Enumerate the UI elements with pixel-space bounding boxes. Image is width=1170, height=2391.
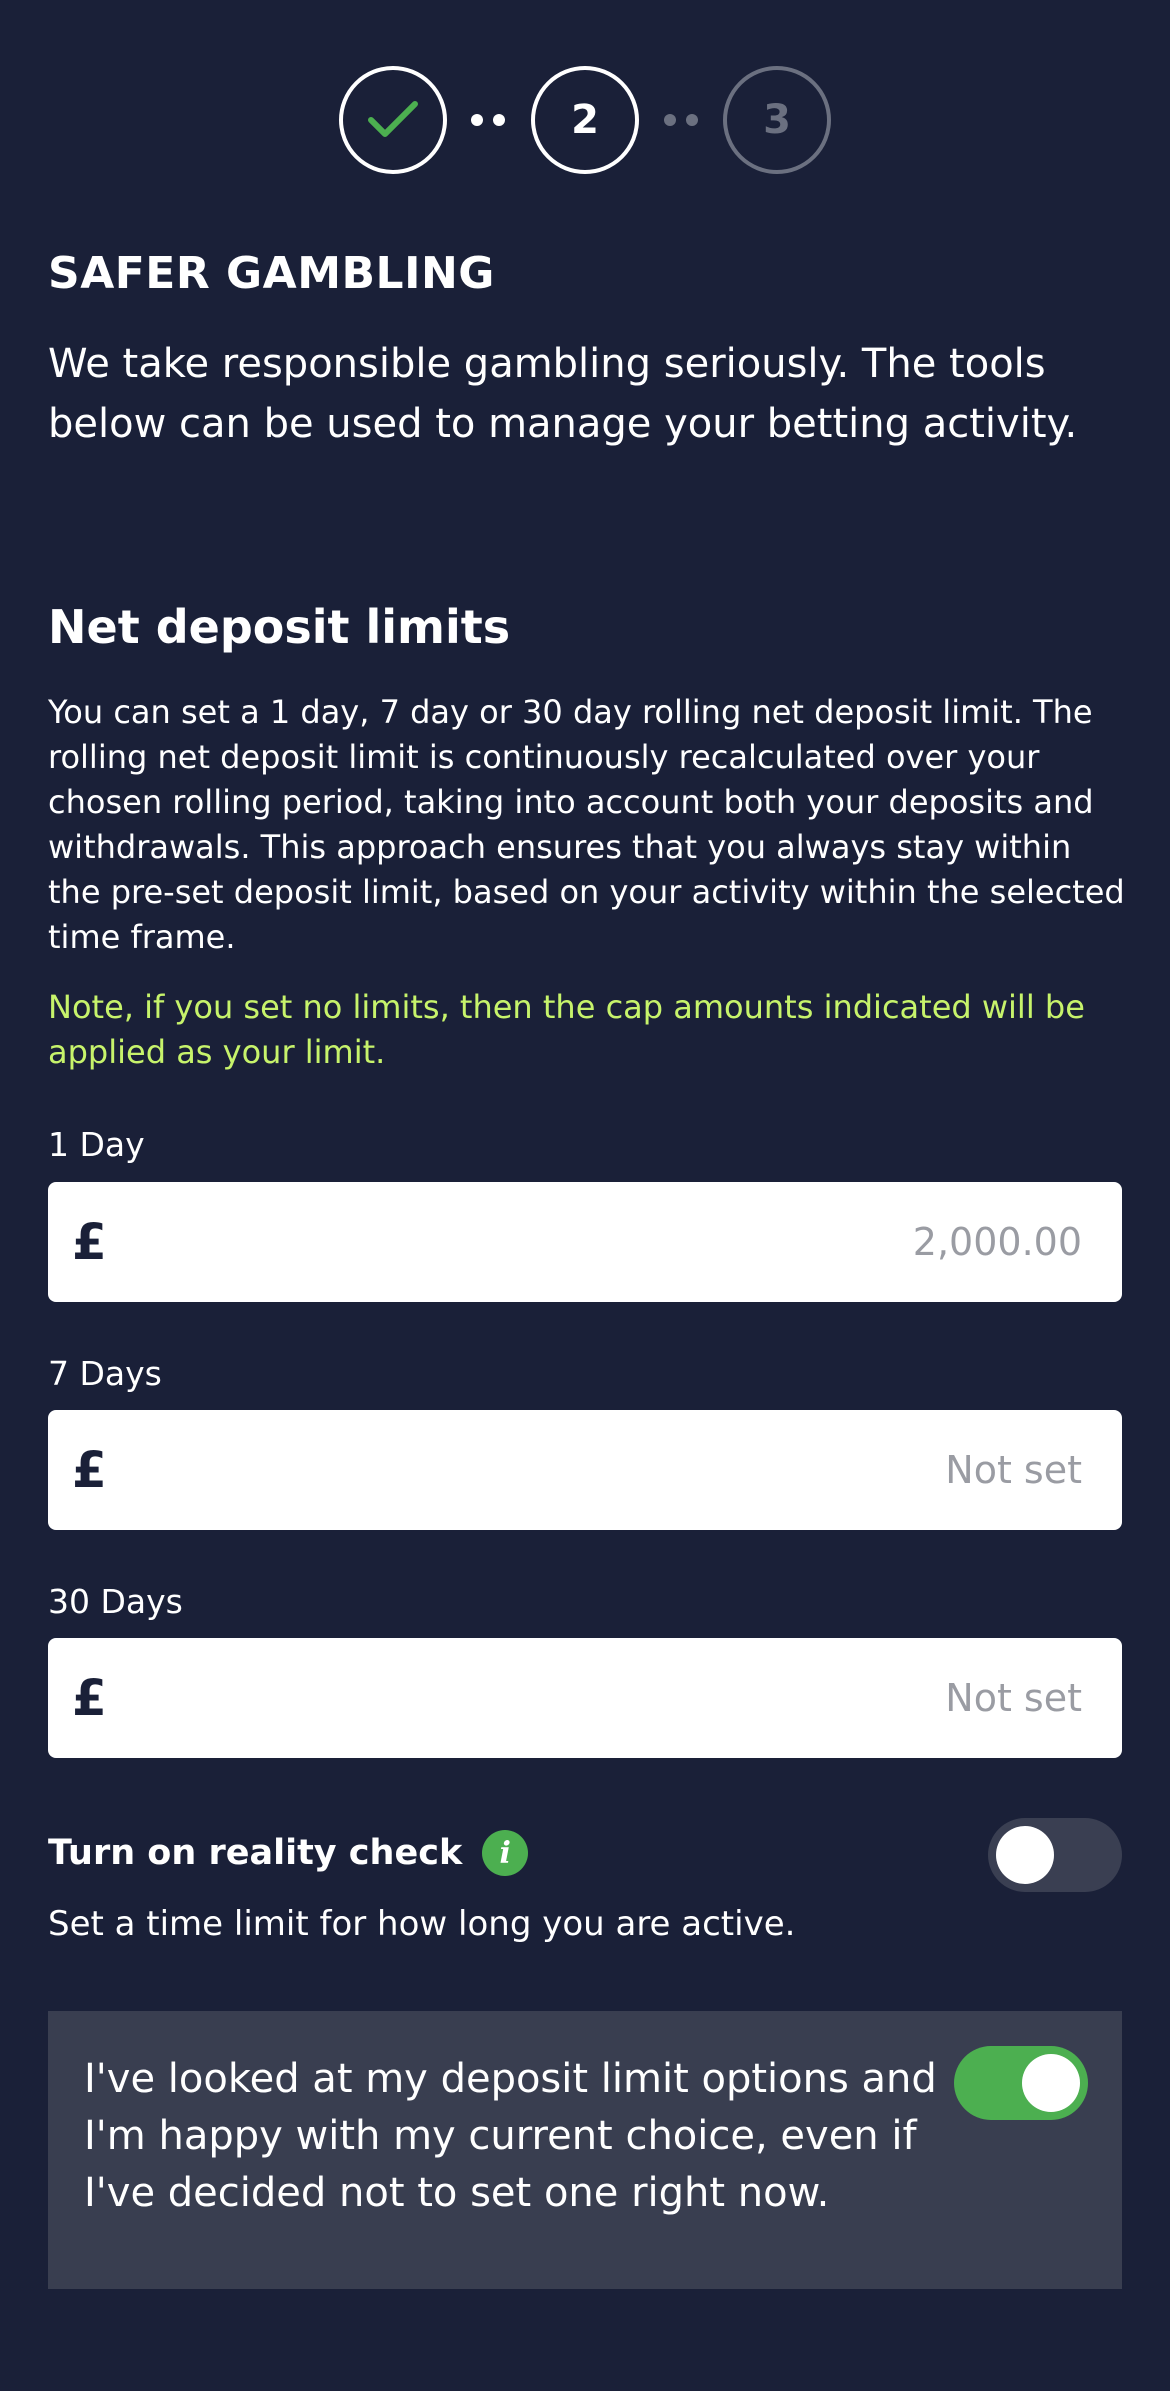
info-icon[interactable]: i	[482, 1830, 529, 1876]
pound-icon: £	[72, 1441, 107, 1499]
toggle-knob	[996, 1826, 1054, 1884]
step-1-complete	[339, 66, 447, 174]
reality-check-label: Turn on reality check	[48, 1833, 463, 1873]
checkmark-icon	[368, 101, 418, 137]
page-title: SAFER GAMBLING	[48, 248, 495, 299]
deposit-confirmation-toggle[interactable]	[954, 2046, 1088, 2120]
label-7-days: 7 Days	[48, 1354, 162, 1393]
pound-icon: £	[72, 1213, 107, 1271]
step-connector	[664, 114, 698, 126]
limit-field-7-days[interactable]: £	[48, 1410, 1122, 1530]
step-connector	[471, 114, 505, 126]
step-3-upcoming: 3	[723, 66, 831, 174]
limit-field-30-days[interactable]: £	[48, 1638, 1122, 1758]
step-3-label: 3	[763, 97, 791, 143]
reality-check-toggle[interactable]	[988, 1818, 1122, 1892]
deposit-confirmation-panel: I've looked at my deposit limit options …	[48, 2011, 1122, 2289]
deposit-confirmation-text: I've looked at my deposit limit options …	[84, 2056, 937, 2216]
deposit-limits-description: You can set a 1 day, 7 day or 30 day rol…	[48, 693, 1125, 956]
label-1-day: 1 Day	[48, 1125, 145, 1164]
intro-text: We take responsible gambling seriously. …	[48, 341, 1078, 447]
pound-icon: £	[72, 1669, 107, 1727]
step-2-label: 2	[571, 97, 599, 143]
progress-stepper: 2 3	[0, 66, 1170, 174]
limit-field-1-day[interactable]: £	[48, 1182, 1122, 1302]
limit-input-7-days[interactable]	[158, 1410, 1082, 1530]
deposit-limits-title: Net deposit limits	[48, 600, 511, 654]
limit-input-30-days[interactable]	[158, 1638, 1082, 1758]
toggle-knob	[1022, 2054, 1080, 2112]
deposit-limits-note: Note, if you set no limits, then the cap…	[48, 988, 1085, 1071]
reality-check-description: Set a time limit for how long you are ac…	[48, 1904, 796, 1944]
reality-check-row: Turn on reality check i	[48, 1830, 529, 1876]
limit-input-1-day[interactable]	[158, 1182, 1082, 1302]
step-2-current: 2	[531, 66, 639, 174]
label-30-days: 30 Days	[48, 1582, 183, 1621]
